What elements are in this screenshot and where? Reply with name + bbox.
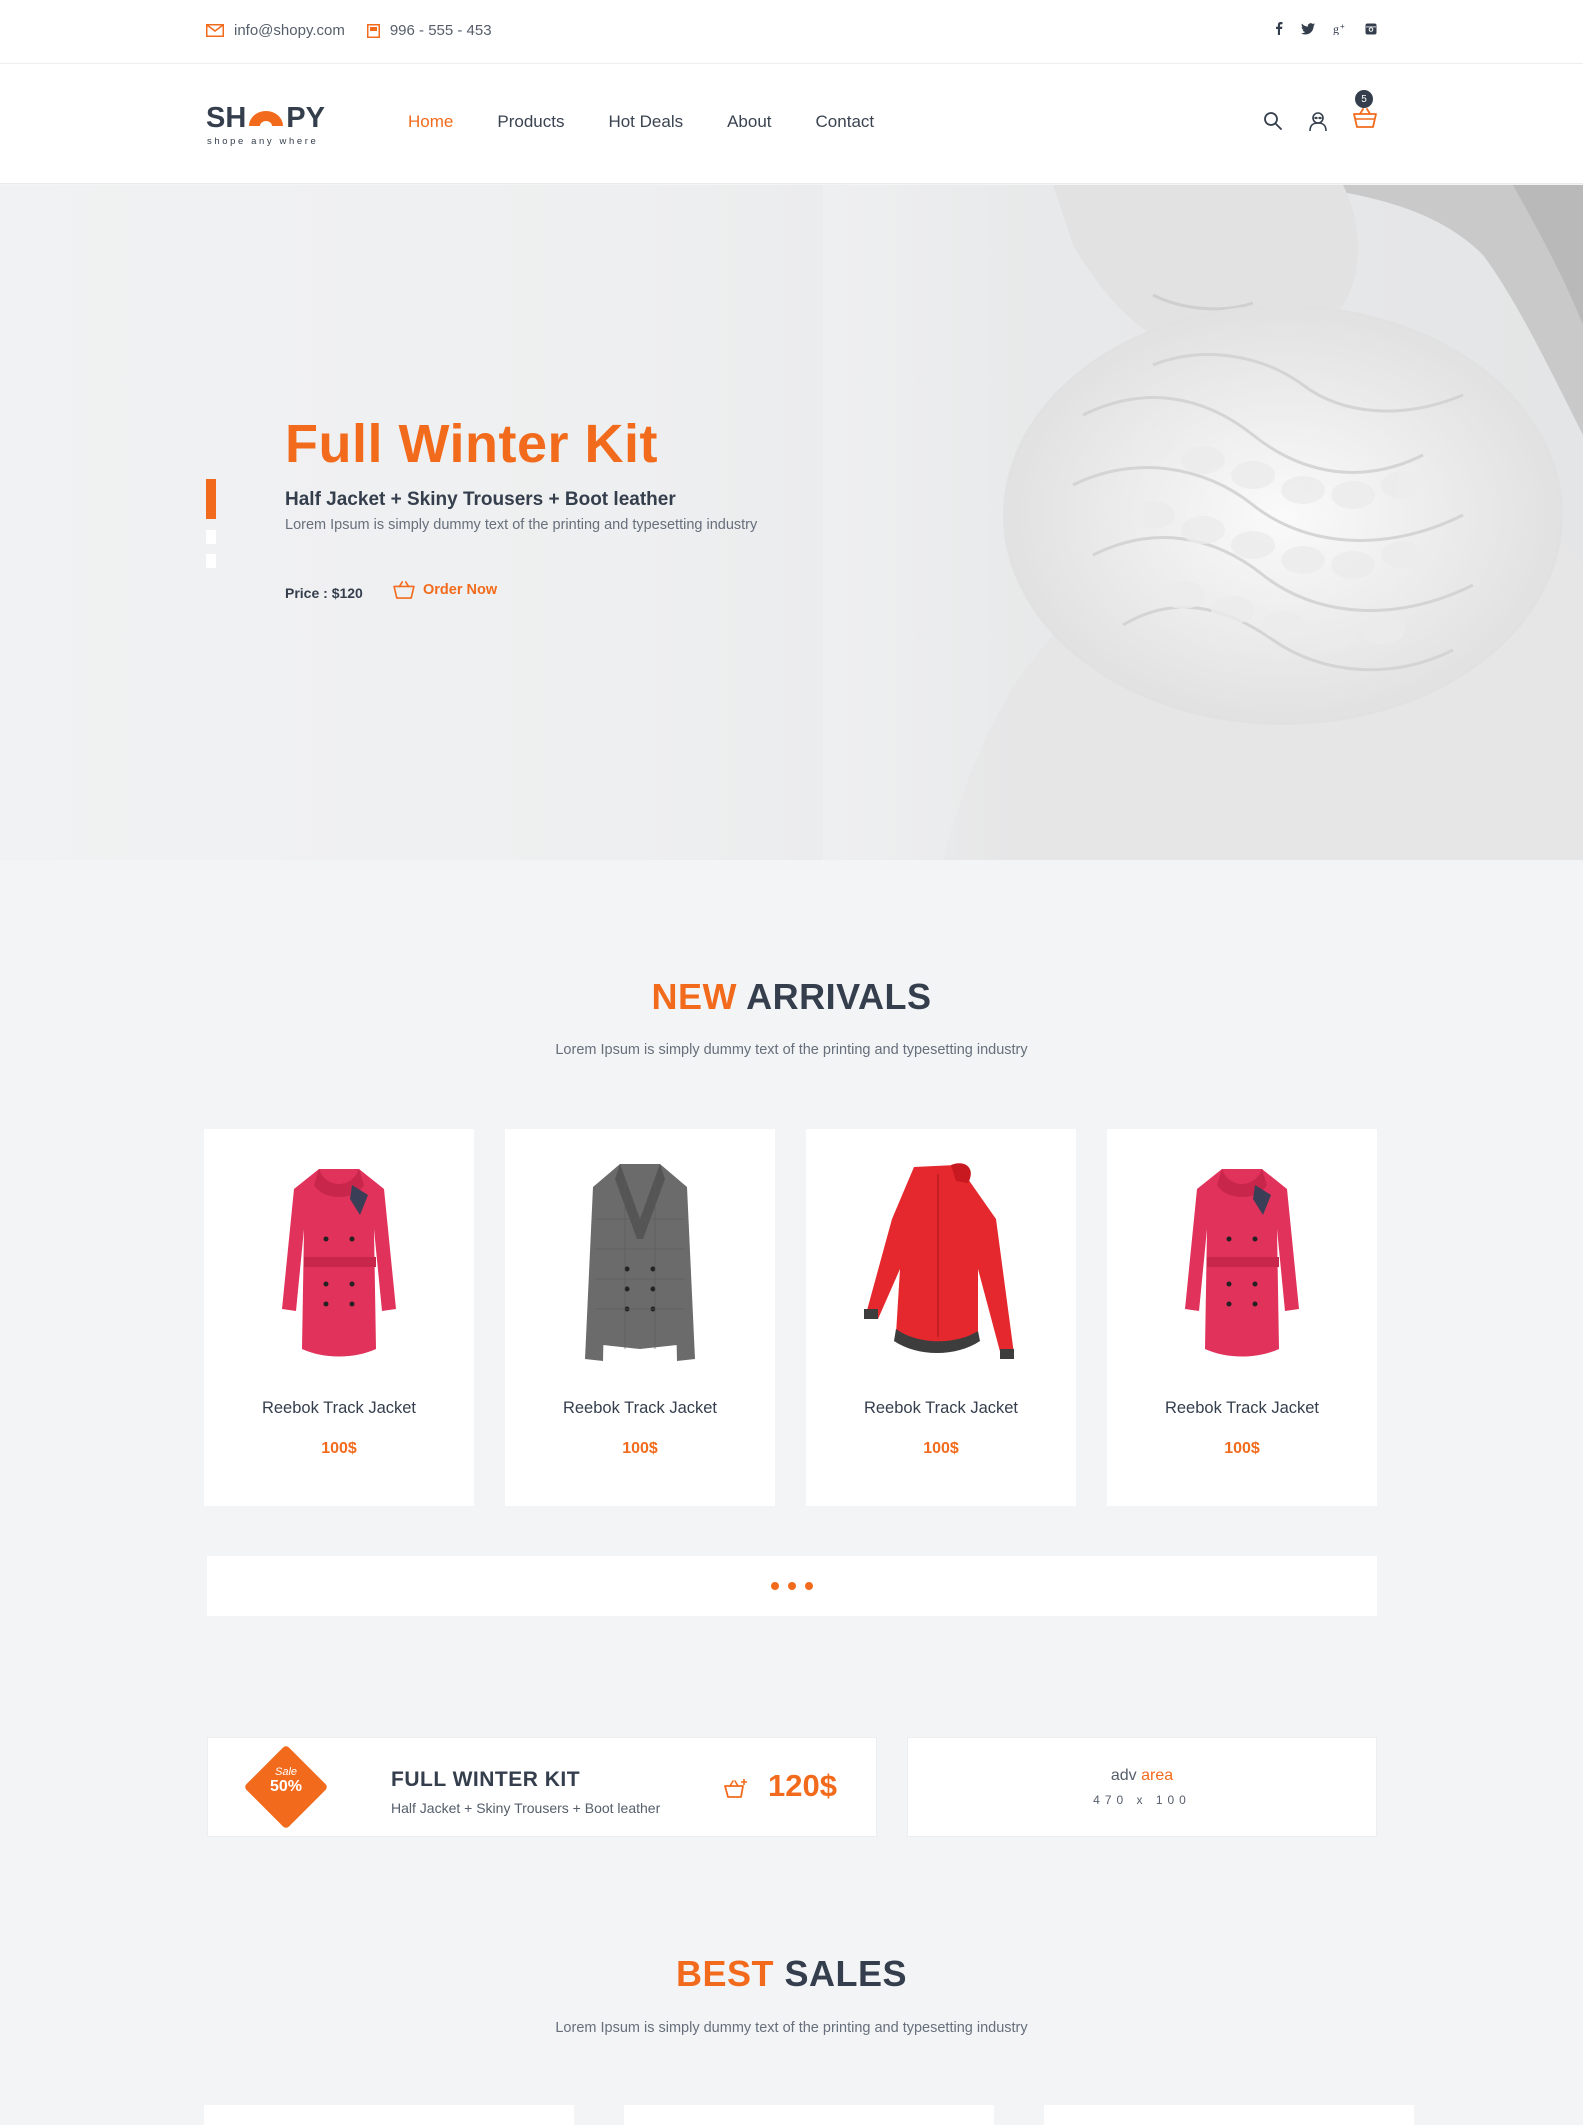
product-grid: Reebok Track Jacket 100$ Reebok Track Ja… xyxy=(204,1129,1377,1506)
product-price: 100$ xyxy=(1224,1440,1260,1457)
product-image xyxy=(204,1159,474,1369)
product-card[interactable] xyxy=(624,2105,994,2125)
logo-wordmark: SH PY xyxy=(206,102,325,135)
order-now-button[interactable]: Order Now xyxy=(393,581,497,599)
product-name[interactable]: Reebok Track Jacket xyxy=(204,1399,474,1418)
product-card[interactable] xyxy=(204,2105,574,2125)
logo-text-right: PY xyxy=(286,102,325,134)
slider-indicators xyxy=(206,479,217,578)
hero-description: Lorem Ipsum is simply dummy text of the … xyxy=(285,517,758,533)
twitter-icon[interactable] xyxy=(1301,22,1315,35)
product-image xyxy=(1107,1159,1377,1369)
promo-banner[interactable]: Sale 50% FULL WINTER KIT Half Jacket + S… xyxy=(207,1737,877,1837)
pager-dot[interactable] xyxy=(805,1582,813,1590)
cart-count-badge: 5 xyxy=(1355,90,1373,108)
product-card[interactable]: Reebok Track Jacket 100$ xyxy=(806,1129,1076,1506)
email-text: info@shopy.com xyxy=(234,22,345,39)
product-card[interactable]: Reebok Track Jacket 100$ xyxy=(204,1129,474,1506)
grey-blazer-image xyxy=(585,1164,695,1361)
facebook-icon[interactable] xyxy=(1275,22,1283,35)
product-card[interactable]: Reebok Track Jacket 100$ xyxy=(1107,1129,1377,1506)
title-rest: ARRIVALS xyxy=(746,976,932,1017)
best-sales-grid xyxy=(204,2105,1414,2125)
pager-dot[interactable] xyxy=(788,1582,796,1590)
new-arrivals-title: NEW ARRIVALS xyxy=(0,976,1583,1018)
nav-home[interactable]: Home xyxy=(408,112,453,132)
sale-percent: 50% xyxy=(269,1778,303,1795)
cart-button[interactable]: 5 xyxy=(1353,90,1377,133)
adv-label-accent: area xyxy=(1141,1767,1174,1784)
logo[interactable]: SH PY shope any where xyxy=(206,102,336,148)
best-sales-title: BEST SALES xyxy=(0,1953,1583,1995)
slider-indicator[interactable] xyxy=(206,530,216,544)
contact-info: info@shopy.com 996 - 555 - 453 xyxy=(206,22,514,39)
envelope-icon xyxy=(206,24,224,37)
email-contact[interactable]: info@shopy.com xyxy=(206,22,345,39)
add-to-cart-icon[interactable] xyxy=(724,1778,748,1798)
social-links: g + xyxy=(1275,22,1377,35)
pink-coat-image xyxy=(282,1169,396,1357)
product-image xyxy=(806,1159,1076,1369)
product-image xyxy=(505,1159,775,1369)
adv-label: adv area xyxy=(908,1767,1376,1785)
slider-indicator[interactable] xyxy=(206,554,216,568)
hero-subtitle: Half Jacket + Skiny Trousers + Boot leat… xyxy=(285,489,676,510)
hero-slider: Full Winter Kit Half Jacket + Skiny Trou… xyxy=(0,185,1583,860)
new-arrivals-description: Lorem Ipsum is simply dummy text of the … xyxy=(555,1042,1028,1058)
phone-icon xyxy=(366,23,380,38)
svg-text:+: + xyxy=(1340,23,1345,31)
slider-indicator-active[interactable] xyxy=(206,479,216,519)
instagram-icon[interactable] xyxy=(1365,23,1377,35)
nav-contact[interactable]: Contact xyxy=(816,112,875,132)
user-icon[interactable] xyxy=(1307,110,1329,132)
pink-coat-image xyxy=(1185,1169,1299,1357)
basket-icon xyxy=(1353,108,1377,128)
nav-about[interactable]: About xyxy=(727,112,771,132)
title-accent: BEST xyxy=(675,1953,774,1994)
product-name[interactable]: Reebok Track Jacket xyxy=(806,1399,1076,1418)
adv-area[interactable]: adv area 470 x 100 xyxy=(907,1737,1377,1837)
adv-size: 470 x 100 xyxy=(1093,1793,1191,1807)
product-card[interactable]: Reebok Track Jacket 100$ xyxy=(505,1129,775,1506)
product-price: 100$ xyxy=(923,1440,959,1457)
phone-contact[interactable]: 996 - 555 - 453 xyxy=(366,22,492,39)
header-actions: 5 xyxy=(1263,90,1377,133)
product-name[interactable]: Reebok Track Jacket xyxy=(1107,1399,1377,1418)
title-rest: SALES xyxy=(784,1953,908,1994)
pager-dot[interactable] xyxy=(771,1582,779,1590)
product-price: 100$ xyxy=(622,1440,658,1457)
best-sales-description: Lorem Ipsum is simply dummy text of the … xyxy=(555,2020,1028,2036)
search-icon[interactable] xyxy=(1263,111,1283,131)
logo-text-left: SH xyxy=(206,102,247,134)
promo-description: Half Jacket + Skiny Trousers + Boot leat… xyxy=(391,1800,661,1816)
logo-tagline: shope any where xyxy=(207,136,319,147)
hero-model-image xyxy=(823,185,1583,860)
adv-label-text: adv xyxy=(1110,1767,1137,1784)
sale-label: Sale xyxy=(274,1766,298,1778)
main-header: SH PY shope any where Home Products Hot … xyxy=(0,64,1583,184)
main-nav: Home Products Hot Deals About Contact xyxy=(408,112,874,132)
product-name[interactable]: Reebok Track Jacket xyxy=(505,1399,775,1418)
top-bar: info@shopy.com 996 - 555 - 453 g + xyxy=(0,0,1583,64)
nav-products[interactable]: Products xyxy=(497,112,564,132)
svg-text:g: g xyxy=(1333,23,1339,35)
product-price: 100$ xyxy=(321,1440,357,1457)
google-plus-icon[interactable]: g + xyxy=(1333,23,1347,35)
logo-umbrella-icon xyxy=(249,110,284,126)
order-now-label: Order Now xyxy=(423,582,498,598)
product-card[interactable] xyxy=(1044,2105,1414,2125)
nav-hot-deals[interactable]: Hot Deals xyxy=(608,112,683,132)
basket-icon xyxy=(393,581,415,599)
carousel-pager xyxy=(207,1556,1377,1616)
hero-title: Full Winter Kit xyxy=(285,414,658,474)
red-jacket-image xyxy=(864,1163,1014,1359)
promo-price: 120$ xyxy=(768,1768,837,1803)
sale-badge-text: Sale 50% xyxy=(246,1766,326,1796)
title-accent: NEW xyxy=(651,976,737,1017)
phone-text: 996 - 555 - 453 xyxy=(389,22,492,39)
promo-title: FULL WINTER KIT xyxy=(391,1768,581,1791)
hero-price: Price : $120 xyxy=(285,585,363,601)
